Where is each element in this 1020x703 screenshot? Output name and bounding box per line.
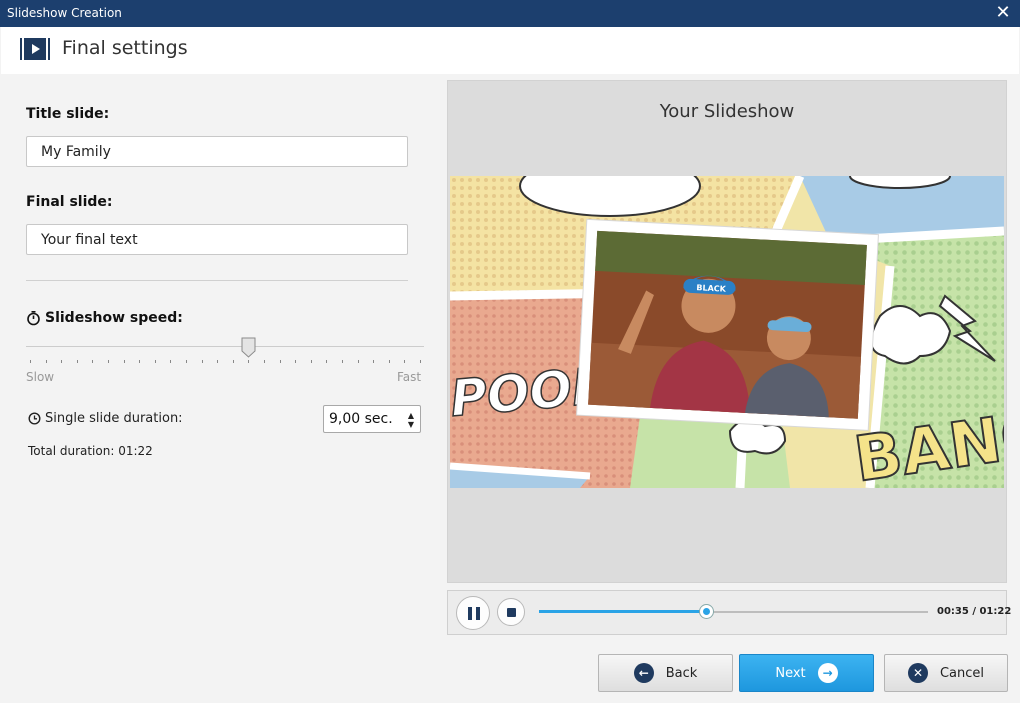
- comic-background: POOF! BANG BLACK: [450, 176, 1004, 488]
- pause-button[interactable]: [456, 596, 490, 630]
- speed-slider-tick: [61, 360, 63, 363]
- speed-slider-tick: [420, 360, 421, 363]
- final-slide-input[interactable]: [26, 224, 408, 255]
- speed-slider-tick: [232, 360, 234, 363]
- speed-slider-tick: [30, 360, 31, 363]
- speed-slider-tick: [123, 360, 125, 363]
- final-slide-label: Final slide:: [26, 194, 113, 210]
- speed-slider-tick: [279, 360, 281, 363]
- window-title: Slideshow Creation: [7, 6, 122, 20]
- total-duration: Total duration: 01:22: [28, 444, 153, 458]
- speed-slow-label: Slow: [26, 370, 55, 384]
- slide-preview-image: POOF! BANG BLACK: [450, 176, 1004, 488]
- cancel-icon: ✕: [907, 663, 928, 683]
- spin-up-icon[interactable]: ▲: [408, 412, 414, 420]
- speed-slider-tick: [388, 360, 390, 363]
- slideshow-speed-label: Slideshow speed:: [45, 310, 183, 326]
- speed-slider-tick: [264, 360, 265, 363]
- playback-progress-thumb[interactable]: [698, 604, 714, 619]
- speed-slider-tick: [108, 360, 109, 363]
- playback-time: 00:35 / 01:22: [937, 606, 1012, 617]
- preview-title: Your Slideshow: [659, 101, 795, 122]
- stopwatch-icon: [27, 311, 40, 326]
- back-button[interactable]: ← Back: [598, 654, 733, 692]
- next-button-label: Next: [775, 665, 806, 681]
- speed-slider-tick: [217, 360, 219, 363]
- single-slide-duration-label: Single slide duration:: [45, 411, 183, 426]
- speed-slider-tick: [404, 360, 406, 363]
- pause-icon: [468, 607, 480, 620]
- speed-slider-tick: [310, 360, 312, 363]
- cap-text: BLACK: [696, 283, 727, 294]
- spin-down-icon[interactable]: ▼: [408, 421, 414, 429]
- arrow-right-icon: →: [817, 663, 838, 683]
- speed-slider-tick: [76, 360, 78, 363]
- cancel-button-label: Cancel: [939, 665, 985, 681]
- cancel-button[interactable]: ✕ Cancel: [884, 654, 1008, 692]
- speed-slider-track[interactable]: [26, 346, 424, 347]
- speed-slider-tick: [295, 360, 297, 363]
- page-header: Final settings: [1, 27, 1019, 74]
- window-titlebar: Slideshow Creation ✕: [0, 0, 1020, 27]
- arrow-left-icon: ←: [633, 663, 654, 683]
- duration-spinbox[interactable]: 9,00 sec. ▲ ▼: [323, 405, 421, 433]
- speed-slider-tick: [373, 360, 375, 363]
- stop-icon: [507, 608, 516, 617]
- speed-slider-tick: [357, 360, 359, 363]
- clock-icon: [28, 412, 41, 425]
- slideshow-icon: [20, 38, 50, 60]
- speed-slider-tick: [92, 360, 94, 363]
- speed-slider-tick: [186, 360, 187, 363]
- speed-slider-tick: [170, 360, 172, 363]
- close-icon[interactable]: ✕: [992, 2, 1014, 24]
- speed-slider-tick: [326, 360, 328, 363]
- stop-button[interactable]: [497, 598, 525, 626]
- speed-slider-tick: [139, 360, 141, 363]
- duration-value: 9,00 sec.: [329, 411, 393, 427]
- speed-slider-tick: [201, 360, 203, 363]
- next-button[interactable]: Next →: [739, 654, 874, 692]
- back-button-label: Back: [665, 665, 698, 681]
- title-slide-input[interactable]: [26, 136, 408, 167]
- speed-slider-tick: [248, 360, 250, 363]
- speed-slider-tick: [342, 360, 343, 363]
- playback-progress-fill: [539, 610, 707, 613]
- speed-slider-tick: [45, 360, 47, 363]
- speed-slider-thumb[interactable]: [241, 337, 256, 358]
- title-slide-label: Title slide:: [26, 106, 110, 122]
- speed-slider-tick: [154, 360, 156, 363]
- divider: [26, 280, 408, 281]
- speed-fast-label: Fast: [397, 370, 422, 384]
- page-title: Final settings: [62, 37, 188, 59]
